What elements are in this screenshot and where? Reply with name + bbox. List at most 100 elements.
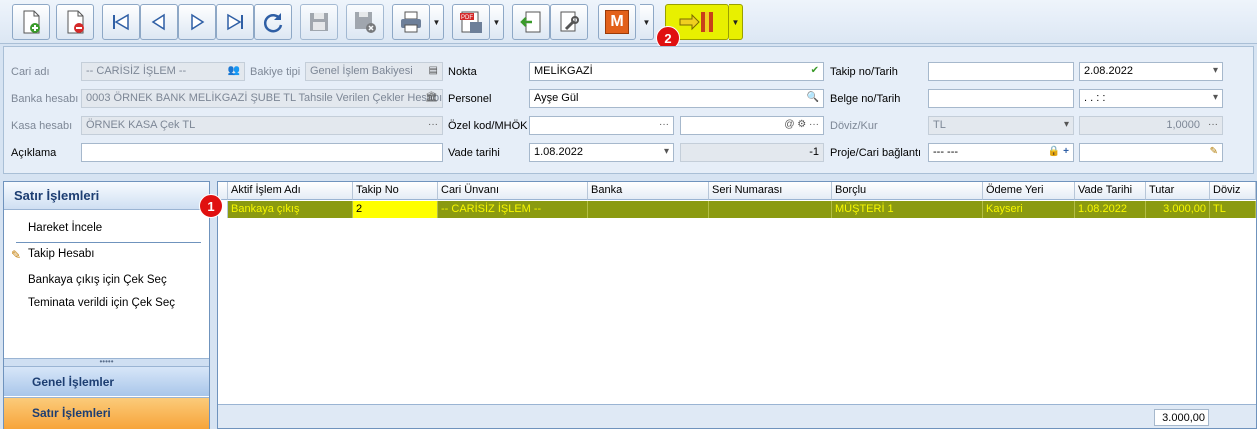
wrench-icon — [560, 11, 579, 32]
tab-genel-islemler[interactable]: Genel İşlemler — [4, 366, 209, 396]
personel-label: Personel — [448, 93, 492, 105]
column-header[interactable]: Cari Ünvanı — [438, 182, 588, 200]
column-header[interactable]: Tutar — [1146, 182, 1210, 200]
takip-tarih-field[interactable]: 2.08.2022 ▾ — [1079, 62, 1223, 81]
bakiye-tipi-field[interactable]: Genel İşlem Bakiyesi ▤ — [305, 62, 443, 81]
printer-icon — [401, 11, 421, 33]
baglanti-field[interactable]: ✎ — [1079, 143, 1223, 162]
action-bankaya-cikis-cek-sec[interactable]: Bankaya çıkış için Çek Seç — [28, 274, 167, 286]
tools-button[interactable] — [550, 4, 588, 40]
table-cell[interactable]: MÜŞTERİ 1 — [832, 201, 983, 218]
refresh-button[interactable] — [254, 4, 292, 40]
kasa-hesabi-field[interactable]: ÖRNEK KASA Çek TL ··· — [81, 116, 443, 135]
pdf-export-button[interactable]: PDF — [452, 4, 490, 40]
table-cell[interactable]: Bankaya çıkış — [228, 201, 353, 218]
personel-field[interactable]: Ayşe Gül 🔍 — [529, 89, 824, 108]
takip-no-field[interactable] — [928, 62, 1074, 81]
table-cell[interactable]: TL — [1210, 201, 1256, 218]
proje-field[interactable]: --- --- 🔒 + — [928, 143, 1074, 162]
column-header[interactable]: Ödeme Yeri — [983, 182, 1075, 200]
print-dropdown[interactable]: ▼ — [430, 4, 444, 40]
table-cell[interactable]: -- CARİSİZ İŞLEM -- — [438, 201, 588, 218]
column-header[interactable]: Banka — [588, 182, 709, 200]
vade-tarihi-label: Vade tarihi — [448, 147, 500, 159]
m-logo-icon: M — [605, 10, 629, 34]
ellipsis-icon: ··· — [1208, 119, 1218, 130]
save-icon — [310, 13, 328, 31]
save-close-button[interactable] — [346, 4, 384, 40]
check-icon: ✔ — [810, 65, 819, 76]
panel-splitter[interactable]: ••••• — [4, 358, 209, 366]
nokta-label: Nokta — [448, 66, 477, 78]
first-record-button[interactable] — [102, 4, 140, 40]
cari-adi-field[interactable]: -- CARİSİZ İŞLEM -- 👥 — [81, 62, 245, 81]
m-button[interactable]: M — [598, 4, 636, 40]
transfer-arrow-icon — [679, 12, 713, 32]
import-button[interactable] — [512, 4, 550, 40]
nokta-field[interactable]: MELİKGAZİ ✔ — [529, 62, 824, 81]
kasa-hesabi-label: Kasa hesabı — [11, 120, 73, 132]
belge-no-label: Belge no/Tarih — [830, 93, 901, 105]
document-header-form: Cari adı -- CARİSİZ İŞLEM -- 👥 Bakiye tip… — [3, 46, 1254, 174]
chevron-down-icon: ▼ — [642, 17, 651, 27]
column-header[interactable]: Aktif İşlem Adı — [228, 182, 353, 200]
ozel-kod-label: Özel kod/MHÖK — [448, 120, 528, 132]
last-record-button[interactable] — [216, 4, 254, 40]
lock-plus-icon: 🔒 + — [1047, 146, 1069, 157]
chevron-down-icon: ▼ — [432, 17, 441, 27]
action-takip-hesabi[interactable]: Takip Hesabı — [28, 248, 94, 260]
new-document-button[interactable] — [12, 4, 50, 40]
proje-label: Proje/Cari bağlantı — [830, 147, 922, 159]
chevron-down-icon: ▼ — [731, 17, 740, 27]
column-header[interactable]: Seri Numarası — [709, 182, 832, 200]
table-cell[interactable] — [709, 201, 832, 218]
kur-field[interactable]: 1,0000 ··· — [1079, 116, 1223, 135]
column-header[interactable]: Borçlu — [832, 182, 983, 200]
refresh-icon — [263, 13, 283, 33]
doviz-field[interactable]: TL ▾ — [928, 116, 1074, 135]
save-close-icon — [355, 12, 376, 33]
bank-icon: 🏛 — [425, 92, 438, 103]
bakiye-tipi-label: Bakiye tipi — [250, 66, 301, 78]
banka-hesabi-field[interactable]: 0003 ÖRNEK BANK MELİKGAZİ ŞUBE TL Tahsil… — [81, 89, 443, 108]
table-cell[interactable]: 3.000,00 — [1146, 201, 1210, 218]
table-cell[interactable] — [588, 201, 709, 218]
ozel-kod-field[interactable]: ··· — [529, 116, 674, 135]
new-document-icon — [23, 10, 40, 34]
action-hareket-incele[interactable]: Hareket İncele — [28, 222, 102, 234]
aciklama-field[interactable] — [81, 143, 443, 162]
previous-record-button[interactable] — [140, 4, 178, 40]
column-header[interactable]: Vade Tarihi — [1075, 182, 1146, 200]
tab-satir-islemleri[interactable]: Satır İşlemleri — [4, 397, 209, 429]
pdf-dropdown[interactable]: ▼ — [490, 4, 504, 40]
column-header[interactable]: Döviz — [1210, 182, 1256, 200]
mhok-field[interactable]: @ ⚙ ··· — [680, 116, 824, 135]
chevron-down-icon: ▾ — [1212, 65, 1218, 76]
pdf-icon: PDF — [460, 11, 482, 33]
table-cell[interactable]: Kayseri — [983, 201, 1075, 218]
belge-tarih-field[interactable]: . . : : ▾ — [1079, 89, 1223, 108]
previous-record-icon — [151, 13, 165, 31]
vade-gun-field: -1 — [680, 143, 824, 162]
belge-no-field[interactable] — [928, 89, 1074, 108]
ellipsis-icon: ··· — [659, 119, 669, 130]
print-button[interactable] — [392, 4, 430, 40]
next-record-icon — [191, 13, 205, 31]
column-header[interactable]: Takip No — [353, 182, 438, 200]
vade-tarihi-field[interactable]: 1.08.2022 ▾ — [529, 143, 674, 162]
lines-grid: Aktif İşlem Adı Takip No Cari Ünvanı Ban… — [217, 181, 1257, 429]
delete-document-button[interactable] — [56, 4, 94, 40]
delete-document-icon — [67, 10, 84, 34]
m-dropdown[interactable]: ▼ — [640, 4, 654, 40]
first-record-icon — [113, 13, 129, 31]
people-icon: 👥 — [227, 65, 240, 76]
transfer-dropdown[interactable]: ▼ — [729, 4, 743, 40]
save-button[interactable] — [300, 4, 338, 40]
chevron-down-icon: ▾ — [1063, 119, 1069, 130]
next-record-button[interactable] — [178, 4, 216, 40]
banka-hesabi-label: Banka hesabı — [11, 93, 79, 105]
action-teminata-verildi-cek-sec[interactable]: Teminata verildi için Çek Seç — [28, 297, 175, 309]
import-icon — [520, 11, 541, 33]
table-cell[interactable]: 1.08.2022 — [1075, 201, 1146, 218]
table-cell[interactable]: 2 — [353, 201, 438, 218]
